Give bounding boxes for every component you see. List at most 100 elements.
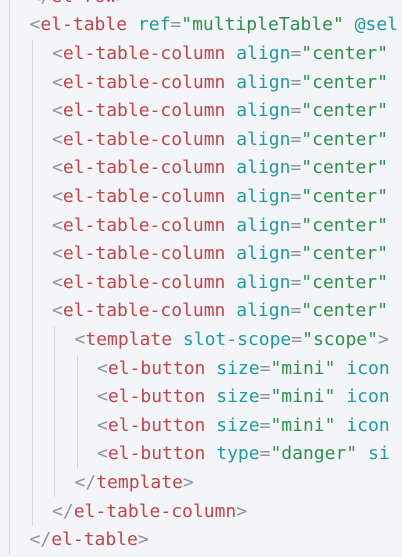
- code-token-op: =: [259, 443, 271, 465]
- code-token-punct: <: [52, 100, 63, 122]
- code-token-tag: el-table: [40, 14, 128, 36]
- code-token-punct: [357, 443, 368, 464]
- code-token-op: =: [170, 14, 182, 36]
- code-token-punct: >: [377, 328, 389, 350]
- code-token-punct: <: [97, 414, 108, 436]
- code-token-attr: icon: [346, 386, 390, 408]
- code-token-tag: el-table: [51, 529, 138, 551]
- code-token-punct: <: [97, 443, 108, 465]
- code-token-punct: <: [52, 128, 63, 150]
- code-line[interactable]: <el-table-column align="center": [52, 97, 388, 126]
- code-line[interactable]: <el-table-column align="center": [52, 69, 388, 98]
- code-token-punct: [335, 415, 346, 436]
- indent-guide: [31, 39, 33, 527]
- code-token-attr: align: [236, 300, 291, 322]
- code-token-punct: >: [182, 471, 194, 493]
- code-token-op: =: [290, 214, 302, 236]
- code-token-attr: size: [216, 414, 260, 436]
- code-token-op: =: [290, 71, 302, 93]
- code-token-punct: [127, 14, 138, 35]
- code-token-punct: <: [52, 214, 63, 236]
- code-token-punct: [225, 129, 236, 150]
- code-token-attr: si: [367, 443, 390, 465]
- code-token-punct: [225, 215, 236, 236]
- code-token-str: "center": [301, 128, 388, 150]
- code-token-punct: [225, 272, 236, 293]
- code-line[interactable]: <el-table-column align="center": [52, 297, 388, 326]
- code-token-punct: [205, 443, 216, 464]
- code-token-tag: el-table-column: [62, 42, 226, 64]
- code-token-punct: [335, 358, 346, 379]
- code-editor[interactable]: </el-row><el-table ref="multipleTable" @…: [0, 0, 402, 557]
- code-token-punct: [172, 329, 183, 350]
- code-line[interactable]: <el-table-column align="center": [52, 154, 388, 183]
- code-token-tag: el-table-column: [73, 500, 237, 522]
- code-line[interactable]: </el-table>: [30, 526, 149, 555]
- code-token-punct: >: [116, 0, 127, 7]
- code-token-punct: <: [52, 185, 63, 207]
- code-line[interactable]: </el-table-column>: [52, 498, 247, 527]
- code-line[interactable]: <template slot-scope="scope">: [75, 326, 389, 355]
- code-token-tag: el-table-column: [62, 271, 226, 293]
- code-token-tag: el-table-column: [62, 100, 226, 122]
- code-line[interactable]: </template>: [75, 469, 194, 498]
- code-token-str: "mini": [270, 386, 336, 408]
- code-token-tag: template: [96, 471, 183, 493]
- code-token-punct: [205, 386, 216, 407]
- code-token-tag: el-table-column: [62, 128, 226, 150]
- code-token-op: =: [290, 243, 302, 265]
- code-token-op: =: [291, 328, 303, 350]
- code-token-punct: >: [236, 500, 248, 522]
- code-line[interactable]: <el-table-column align="center": [52, 269, 388, 298]
- code-token-punct: </: [74, 471, 97, 493]
- code-token-attr: align: [236, 243, 291, 265]
- code-line[interactable]: <el-table-column align="center": [52, 212, 388, 241]
- code-token-op: =: [259, 414, 271, 436]
- code-line[interactable]: <el-button size="mini" icon: [97, 355, 390, 384]
- code-token-punct: </: [30, 0, 52, 7]
- code-line[interactable]: <el-button type="danger" si: [97, 440, 390, 469]
- code-token-punct: <: [52, 243, 63, 265]
- code-token-punct: >: [137, 529, 149, 551]
- indent-guide: [9, 0, 10, 555]
- code-token-attr: @sel: [354, 14, 399, 36]
- code-token-attr: icon: [346, 414, 390, 436]
- code-token-attr: align: [236, 157, 291, 179]
- code-token-punct: [225, 43, 236, 64]
- code-token-op: =: [290, 271, 302, 293]
- code-token-tag: el-row: [51, 0, 116, 7]
- code-token-punct: <: [74, 328, 86, 350]
- code-token-attr: align: [236, 42, 291, 64]
- code-token-punct: <: [52, 157, 63, 179]
- code-line[interactable]: <el-button size="mini" icon: [97, 412, 390, 441]
- code-line[interactable]: <el-table-column align="center": [52, 183, 388, 212]
- code-token-punct: [205, 358, 216, 379]
- code-line[interactable]: <el-table ref="multipleTable" @sel: [30, 11, 399, 40]
- code-token-punct: </: [29, 529, 52, 551]
- code-token-str: "center": [301, 100, 388, 122]
- code-token-tag: template: [85, 328, 173, 350]
- code-token-punct: [225, 300, 236, 321]
- code-token-punct: [225, 186, 236, 207]
- code-token-punct: <: [52, 42, 63, 64]
- code-token-op: =: [290, 300, 302, 322]
- code-line[interactable]: <el-table-column align="center": [52, 40, 388, 69]
- code-token-tag: el-table-column: [62, 214, 226, 236]
- code-token-str: "scope": [302, 328, 378, 350]
- code-token-str: "center": [301, 271, 388, 293]
- code-token-punct: <: [52, 271, 63, 293]
- code-line[interactable]: <el-button size="mini" icon: [97, 383, 390, 412]
- code-token-attr: align: [236, 214, 291, 236]
- code-token-tag: el-button: [107, 443, 206, 465]
- code-line[interactable]: <el-table-column align="center": [52, 240, 388, 269]
- code-token-punct: <: [97, 386, 108, 408]
- code-token-str: "center": [301, 214, 388, 236]
- code-token-op: =: [290, 185, 302, 207]
- code-token-op: =: [290, 128, 302, 150]
- code-line[interactable]: <el-table-column align="center": [52, 126, 388, 155]
- indent-guide: [54, 325, 55, 498]
- code-token-punct: [225, 157, 236, 178]
- code-token-attr: size: [216, 357, 260, 379]
- code-token-tag: el-button: [107, 357, 206, 379]
- code-line[interactable]: </el-row>: [30, 0, 128, 11]
